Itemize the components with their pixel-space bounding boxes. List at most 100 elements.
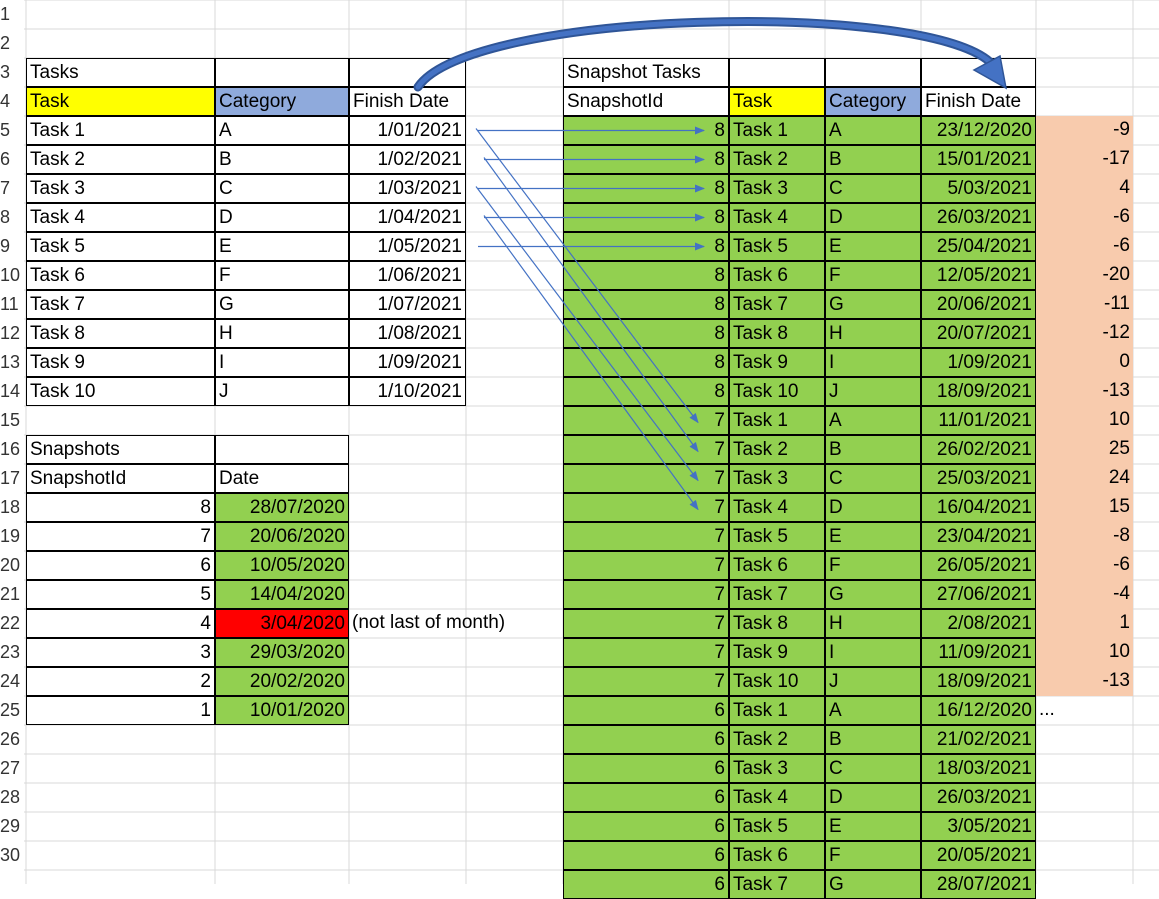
finish-diff-cell[interactable]: -8 [1036,522,1133,551]
row-header[interactable]: 15 [0,406,24,435]
snapshot-task-finish-cell[interactable]: 26/03/2021 [921,203,1036,232]
snapshots-title[interactable]: Snapshots [26,435,215,464]
snapshot-task-finish-cell[interactable]: 23/12/2020 [921,116,1036,145]
snapshot-task-id-cell[interactable]: 7 [563,638,729,667]
snapshot-task-id-cell[interactable]: 8 [563,203,729,232]
snapshot-task-id-cell[interactable]: 8 [563,319,729,348]
finish-diff-cell[interactable]: -6 [1036,232,1133,261]
task-name-cell[interactable]: Task 9 [26,348,215,377]
snapshot-task-name-cell[interactable]: Task 2 [729,145,825,174]
snapshot-task-name-cell[interactable]: Task 10 [729,667,825,696]
snapshot-task-category-cell[interactable]: G [825,870,921,899]
snapshot-task-name-cell[interactable]: Task 7 [729,870,825,899]
row-header[interactable]: 19 [0,522,24,551]
snapshot-task-category-cell[interactable]: I [825,638,921,667]
snapshot-task-name-cell[interactable]: Task 9 [729,348,825,377]
snapshot-task-category-cell[interactable]: C [825,174,921,203]
task-finish-cell[interactable]: 1/08/2021 [349,319,466,348]
snapshot-task-name-cell[interactable]: Task 2 [729,435,825,464]
row-header[interactable]: 14 [0,377,24,406]
snapshot-task-name-cell[interactable]: Task 7 [729,580,825,609]
snapshot-task-finish-cell[interactable]: 18/09/2021 [921,377,1036,406]
snapshot-task-name-cell[interactable]: Task 4 [729,493,825,522]
finish-diff-cell[interactable]: 25 [1036,435,1133,464]
snapshot-task-id-cell[interactable]: 7 [563,667,729,696]
row-header[interactable]: 7 [0,174,24,203]
snapshot-task-id-cell[interactable]: 6 [563,696,729,725]
snapshot-date-cell[interactable]: 10/01/2020 [215,696,349,725]
row-header[interactable]: 11 [0,290,24,319]
task-category-cell[interactable]: I [215,348,349,377]
row-header[interactable]: 20 [0,551,24,580]
task-category-cell[interactable]: F [215,261,349,290]
snapshot-task-finish-cell[interactable]: 26/02/2021 [921,435,1036,464]
empty-cell[interactable] [825,58,921,87]
snapshot-id-cell[interactable]: 6 [26,551,215,580]
snapshot-task-name-cell[interactable]: Task 5 [729,522,825,551]
snapshot-task-name-cell[interactable]: Task 6 [729,551,825,580]
finish-diff-cell[interactable]: 10 [1036,638,1133,667]
snapshot-task-category-cell[interactable]: E [825,232,921,261]
task-finish-cell[interactable]: 1/10/2021 [349,377,466,406]
snapshot-task-name-cell[interactable]: Task 8 [729,319,825,348]
snapshot-task-id-cell[interactable]: 7 [563,464,729,493]
snapshot-task-finish-cell[interactable]: 16/04/2021 [921,493,1036,522]
row-header[interactable]: 4 [0,87,24,116]
row-header[interactable]: 21 [0,580,24,609]
snapshot-task-finish-cell[interactable]: 26/03/2021 [921,783,1036,812]
snapshot-task-id-cell[interactable]: 8 [563,261,729,290]
task-name-cell[interactable]: Task 8 [26,319,215,348]
finish-diff-cell[interactable]: 4 [1036,174,1133,203]
task-finish-cell[interactable]: 1/06/2021 [349,261,466,290]
snapshot-task-finish-cell[interactable]: 21/02/2021 [921,725,1036,754]
snapshot-task-finish-cell[interactable]: 18/09/2021 [921,667,1036,696]
snapshot-id-cell[interactable]: 3 [26,638,215,667]
finish-diff-cell[interactable]: 0 [1036,348,1133,377]
task-name-cell[interactable]: Task 10 [26,377,215,406]
snapshot-task-name-cell[interactable]: Task 3 [729,754,825,783]
task-finish-cell[interactable]: 1/07/2021 [349,290,466,319]
row-header[interactable]: 18 [0,493,24,522]
row-header[interactable]: 27 [0,754,24,783]
finish-diff-cell[interactable]: -17 [1036,145,1133,174]
task-name-cell[interactable]: Task 5 [26,232,215,261]
empty-cell[interactable] [729,58,825,87]
snapshot-id-cell[interactable]: 4 [26,609,215,638]
task-name-cell[interactable]: Task 1 [26,116,215,145]
snapshot-task-finish-cell[interactable]: 25/03/2021 [921,464,1036,493]
snapshot-task-id-cell[interactable]: 7 [563,522,729,551]
snapshot-task-id-cell[interactable]: 8 [563,377,729,406]
snapshot-task-finish-cell[interactable]: 26/05/2021 [921,551,1036,580]
row-header[interactable]: 5 [0,116,24,145]
snapshot-task-category-cell[interactable]: D [825,493,921,522]
snapshot-date-cell[interactable]: 20/06/2020 [215,522,349,551]
snapshot-task-category-cell[interactable]: H [825,609,921,638]
snapshot-task-id-cell[interactable]: 6 [563,725,729,754]
snapshot-id-cell[interactable]: 8 [26,493,215,522]
task-name-cell[interactable]: Task 6 [26,261,215,290]
snapshot-task-id-cell[interactable]: 6 [563,812,729,841]
row-header[interactable]: 6 [0,145,24,174]
task-finish-cell[interactable]: 1/09/2021 [349,348,466,377]
snapshot-task-category-cell[interactable]: A [825,406,921,435]
snapshot-date-cell[interactable]: 29/03/2020 [215,638,349,667]
snapshot-task-id-cell[interactable]: 8 [563,174,729,203]
task-category-cell[interactable]: G [215,290,349,319]
tasks-header-task[interactable]: Task [26,87,215,116]
empty-cell[interactable] [215,435,349,464]
task-finish-cell[interactable]: 1/03/2021 [349,174,466,203]
snapshot-task-finish-cell[interactable]: 28/07/2021 [921,870,1036,899]
snapshots-header-id[interactable]: SnapshotId [26,464,215,493]
snapshots-header-date[interactable]: Date [215,464,349,493]
snapshot-date-cell[interactable]: 28/07/2020 [215,493,349,522]
snapshot-task-finish-cell[interactable]: 11/09/2021 [921,638,1036,667]
finish-diff-cell[interactable]: -11 [1036,290,1133,319]
finish-diff-cell[interactable]: -13 [1036,667,1133,696]
snapshot-task-category-cell[interactable]: E [825,812,921,841]
snapshot-task-name-cell[interactable]: Task 3 [729,174,825,203]
snapshot-task-finish-cell[interactable]: 27/06/2021 [921,580,1036,609]
snapshot-task-id-cell[interactable]: 7 [563,435,729,464]
task-category-cell[interactable]: E [215,232,349,261]
snapshot-task-name-cell[interactable]: Task 8 [729,609,825,638]
snapshot-task-category-cell[interactable]: F [825,841,921,870]
